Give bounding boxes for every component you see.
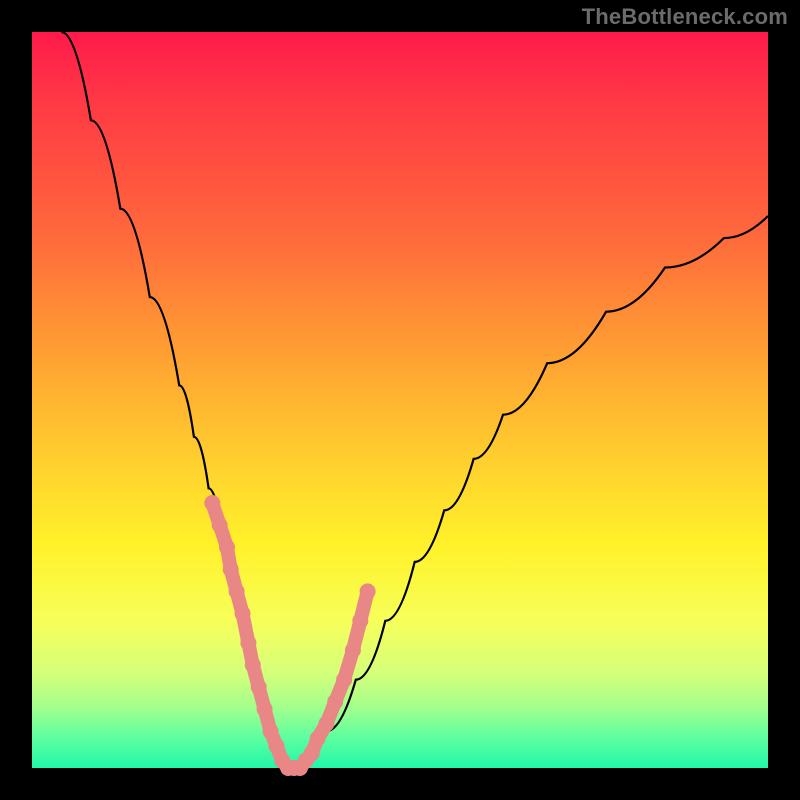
marker-layer bbox=[204, 495, 375, 776]
watermark-text: TheBottleneck.com bbox=[582, 4, 788, 30]
chart-svg bbox=[32, 32, 768, 768]
chart-frame: TheBottleneck.com bbox=[0, 0, 800, 800]
marker-dot bbox=[360, 583, 376, 599]
bottleneck-curve bbox=[61, 32, 768, 768]
plot-area bbox=[32, 32, 768, 768]
